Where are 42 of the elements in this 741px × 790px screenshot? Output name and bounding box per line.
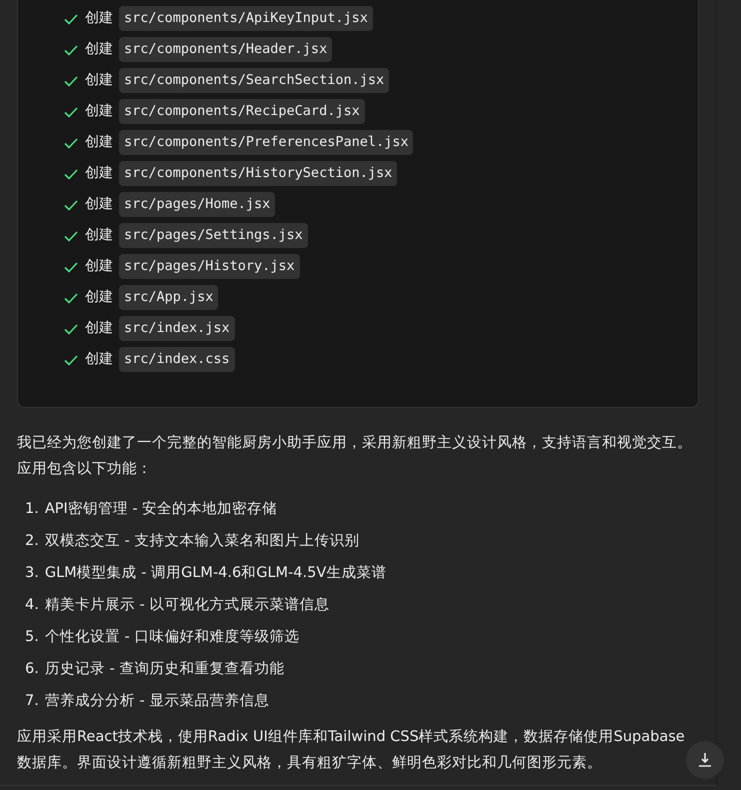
list-number: 2.: [25, 532, 39, 552]
list-number: 7.: [25, 692, 39, 712]
action-label: 创建: [85, 133, 113, 152]
file-path: src/pages/History.jsx: [119, 254, 300, 279]
file-path: src/components/HistorySection.jsx: [119, 161, 398, 186]
list-number: 4.: [25, 596, 39, 616]
file-path: src/components/SearchSection.jsx: [119, 68, 390, 93]
action-label: 创建: [85, 71, 113, 90]
file-path: src/index.css: [119, 347, 235, 372]
feature-item: API密钥管理 - 安全的本地加密存储: [44, 500, 278, 520]
file-path: src/components/ApiKeyInput.jsx: [119, 6, 373, 31]
feature-item: 营养成分分析 - 显示菜品营养信息: [44, 692, 270, 712]
feature-item: GLM模型集成 - 调用GLM-4.6和GLM-4.5V生成菜谱: [44, 564, 386, 584]
action-label: 创建: [85, 9, 113, 28]
list-number: 5.: [25, 628, 39, 648]
feature-item: 历史记录 - 查询历史和重复查看功能: [44, 660, 284, 680]
action-label: 创建: [85, 226, 113, 245]
list-number: 1.: [25, 500, 39, 520]
action-label: 创建: [85, 288, 113, 307]
action-label: 创建: [85, 350, 113, 369]
file-path: src/pages/Settings.jsx: [119, 223, 308, 248]
arrow-down-icon: [698, 752, 712, 768]
feature-item: 双模态交互 - 支持文本输入菜名和图片上传识别: [44, 532, 360, 552]
action-label: 创建: [85, 319, 113, 338]
list-number: 6.: [25, 660, 39, 680]
file-path: src/App.jsx: [119, 285, 218, 310]
feature-item: 个性化设置 - 口味偏好和难度等级筛选: [44, 628, 300, 648]
summary-paragraph: 应用采用React技术栈，使用Radix UI组件库和Tailwind CSS样式系统构建，数据存储使用Supabase数据库。界面设计遵循新粗野主义风格，具有粗犷字体、鲜明色彩对比和几何图形元素。: [17, 728, 686, 773]
feature-item: 精美卡片展示 - 以可视化方式展示菜谱信息: [44, 596, 330, 616]
action-label: 创建: [85, 257, 113, 276]
file-path: src/pages/Home.jsx: [119, 192, 276, 217]
list-number: 3.: [25, 564, 39, 584]
scroll-down-button[interactable]: [686, 741, 724, 779]
action-label: 创建: [85, 164, 113, 183]
file-path: src/components/Header.jsx: [119, 37, 332, 62]
intro-paragraph: 我已经为您创建了一个完整的智能厨房小助手应用，采用新粗野主义设计风格，支持语言和视觉交互。应用包含以下功能：: [17, 434, 693, 479]
file-path: src/index.jsx: [119, 316, 235, 341]
action-label: 创建: [85, 40, 113, 59]
file-path: src/components/RecipeCard.jsx: [119, 99, 365, 124]
file-path: src/components/PreferencesPanel.jsx: [119, 130, 414, 155]
action-label: 创建: [85, 102, 113, 121]
action-label: 创建: [85, 195, 113, 214]
